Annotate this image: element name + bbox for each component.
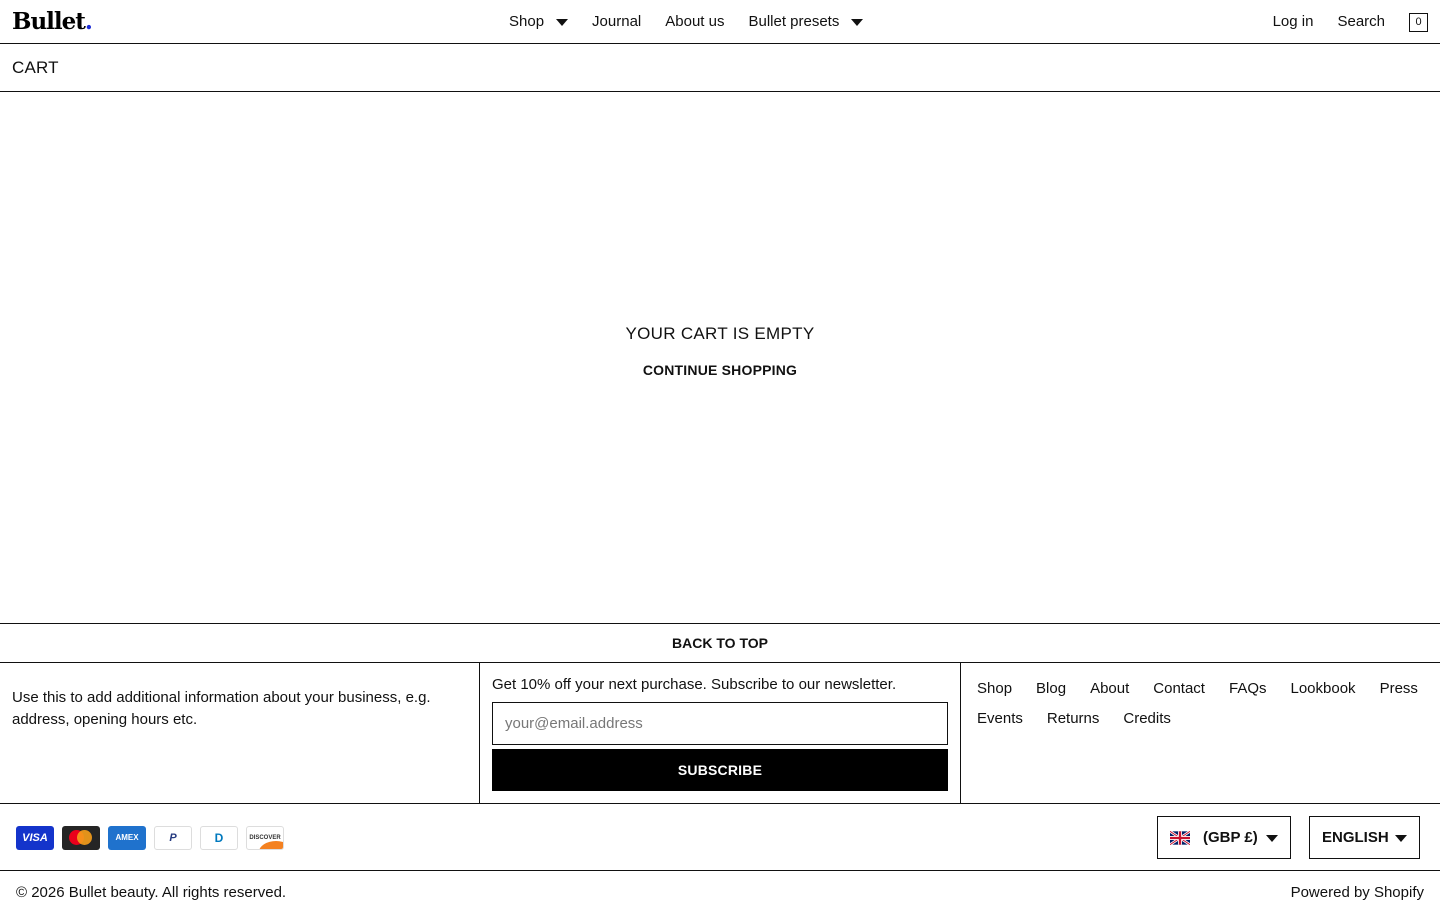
logo-text: Bullet <box>12 8 86 35</box>
amex-icon: AM EX <box>108 826 146 850</box>
nav-bullet-presets[interactable]: Bullet presets <box>748 12 864 32</box>
search-link[interactable]: Search <box>1337 12 1385 32</box>
paypal-icon: P <box>154 826 192 850</box>
caret-down-icon <box>851 18 864 26</box>
footer-link-credits[interactable]: Credits <box>1123 709 1171 729</box>
footer-link-shop[interactable]: Shop <box>977 679 1012 699</box>
page-title-bar: CART <box>0 44 1440 92</box>
empty-cart-message: YOUR CART IS EMPTY <box>625 324 815 343</box>
newsletter-email-input[interactable] <box>492 702 948 745</box>
visa-icon: VISA <box>16 826 54 850</box>
back-to-top-button[interactable]: BACK TO TOP <box>0 623 1440 663</box>
nav-bullet-presets-label: Bullet presets <box>748 13 840 30</box>
business-info-text: Use this to add additional information a… <box>12 689 431 728</box>
payment-icons: VISA AM EX P D DISCOVER <box>16 826 284 850</box>
diners-text: D <box>214 831 224 845</box>
language-selector[interactable]: ENGLISH <box>1309 816 1420 859</box>
footer-links: Shop Blog About Contact FAQs Lookbook Pr… <box>977 679 1427 729</box>
cart-count-badge[interactable]: 0 <box>1409 12 1428 32</box>
newsletter-label: Get 10% off your next purchase. Subscrib… <box>492 676 897 693</box>
footer-links-column: Shop Blog About Contact FAQs Lookbook Pr… <box>961 663 1440 803</box>
diners-club-icon: D <box>200 826 238 850</box>
footer-newsletter-column: Get 10% off your next purchase. Subscrib… <box>480 663 961 803</box>
nav-journal-label: Journal <box>592 13 642 30</box>
logo-dot: . <box>84 8 93 35</box>
powered-by-link[interactable]: Powered by Shopify <box>1291 884 1424 900</box>
site-logo[interactable]: Bullet. <box>12 8 93 35</box>
nav-journal[interactable]: Journal <box>592 12 641 32</box>
amex-text-top: AM <box>115 833 128 842</box>
login-link[interactable]: Log in <box>1273 12 1314 32</box>
discover-icon: DISCOVER <box>246 826 284 850</box>
caret-down-icon <box>1395 835 1407 842</box>
header-actions: Log in Search 0 <box>1273 12 1428 32</box>
currency-selector[interactable]: (GBP £) <box>1157 816 1291 859</box>
empty-cart: YOUR CART IS EMPTY CONTINUE SHOPPING <box>0 324 1440 380</box>
footer-link-faqs[interactable]: FAQs <box>1229 679 1267 699</box>
footer-link-contact[interactable]: Contact <box>1153 679 1205 699</box>
nav-about-us[interactable]: About us <box>665 12 724 32</box>
discover-text: DISCOVER <box>249 835 281 841</box>
page-title: CART <box>12 58 59 77</box>
language-value: ENGLISH <box>1322 829 1389 846</box>
currency-value: (GBP £) <box>1203 829 1258 846</box>
mastercard-icon <box>62 826 100 850</box>
footer-columns: Use this to add additional information a… <box>0 663 1440 804</box>
footer-link-blog[interactable]: Blog <box>1036 679 1066 699</box>
paypal-text: P <box>169 832 177 844</box>
footer-link-press[interactable]: Press <box>1380 679 1418 699</box>
footer-link-returns[interactable]: Returns <box>1047 709 1100 729</box>
caret-down-icon <box>1266 835 1278 842</box>
footer-link-about[interactable]: About <box>1090 679 1129 699</box>
site-header: Bullet. Shop Journal About us Bullet pre… <box>0 0 1440 44</box>
copyright-text: © 2026 Bullet beauty. All rights reserve… <box>16 884 287 900</box>
nav-about-us-label: About us <box>665 13 725 30</box>
nav-shop[interactable]: Shop <box>509 12 569 32</box>
payment-and-locale-row: VISA AM EX P D DISCOVER (GBP £) ENGLISH <box>0 804 1440 871</box>
visa-text: VISA <box>22 832 48 844</box>
footer-link-events[interactable]: Events <box>977 709 1023 729</box>
caret-down-icon <box>556 18 569 26</box>
uk-flag-icon <box>1170 830 1190 845</box>
continue-shopping-link[interactable]: CONTINUE SHOPPING <box>643 362 797 378</box>
footer-link-lookbook[interactable]: Lookbook <box>1291 679 1356 699</box>
footer-info-column: Use this to add additional information a… <box>0 663 480 803</box>
main-nav: Shop Journal About us Bullet presets <box>509 12 864 32</box>
nav-shop-label: Shop <box>509 13 545 30</box>
subscribe-button[interactable]: SUBSCRIBE <box>492 749 948 791</box>
amex-text-bottom: EX <box>127 833 139 842</box>
